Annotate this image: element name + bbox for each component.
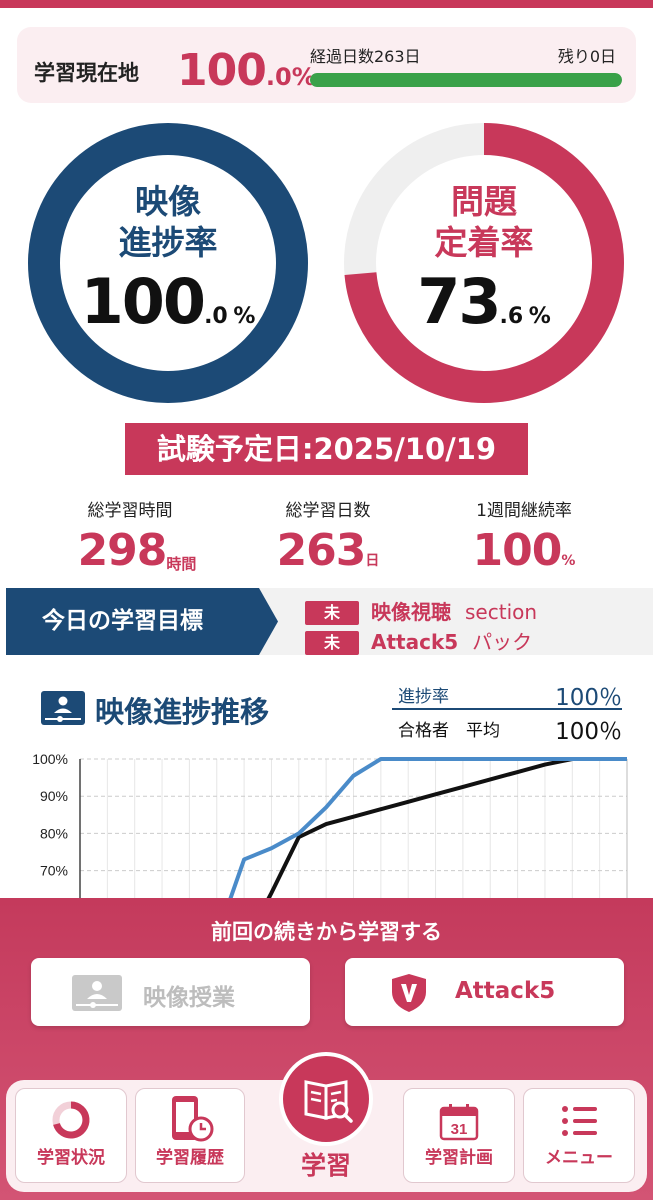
- incomplete-badge: 未: [305, 631, 359, 655]
- nav-menu[interactable]: メニュー: [523, 1088, 635, 1183]
- nav-study-label[interactable]: 学習: [276, 1146, 376, 1182]
- nav-study[interactable]: [279, 1052, 373, 1146]
- menu-list-icon: [562, 1106, 597, 1136]
- y-tick-label: 80%: [40, 825, 68, 841]
- continue-title: 前回の続きから学習する: [211, 920, 442, 944]
- total-study-days: 総学習日数 263日: [276, 501, 380, 576]
- video-progress-ring: [28, 123, 308, 403]
- legend-progress: 進捗率 100％: [392, 678, 622, 711]
- nav-study-status[interactable]: 学習状況: [15, 1088, 127, 1183]
- chart-title: 映像進捗推移: [95, 695, 270, 729]
- video-progress-chart: 100% 90% 80% 70%: [32, 751, 628, 898]
- pie-chart-icon: [52, 1101, 90, 1139]
- y-tick-label: 100%: [32, 751, 68, 767]
- remaining-days: 残り0日: [557, 47, 616, 66]
- calendar-icon: 31: [439, 1104, 479, 1141]
- continue-video-button[interactable]: 映像授業: [31, 958, 310, 1026]
- weekly-continuation-rate: 1週間継続率 100%: [472, 501, 576, 576]
- top-accent-bar: [0, 0, 653, 8]
- elapsed-progress-bar: [310, 73, 622, 87]
- problem-retention-title: 問題 定着率: [434, 182, 534, 262]
- video-player-icon: [41, 691, 85, 725]
- video-progress-title: 映像 進捗率: [118, 182, 218, 262]
- phone-clock-icon: [172, 1096, 214, 1142]
- y-tick-label: 70%: [40, 863, 68, 879]
- study-position-value: 100.0%: [177, 45, 316, 96]
- book-search-icon: [304, 1080, 353, 1123]
- nav-study-history[interactable]: 学習履歴: [135, 1088, 245, 1183]
- today-goals-title: 今日の学習目標: [6, 588, 278, 655]
- video-lesson-icon: [72, 975, 122, 1011]
- video-progress-donut: 映像 進捗率 100.0 %: [28, 123, 308, 403]
- attack5-shield-icon: [392, 974, 426, 1012]
- goal-item-attack5[interactable]: 未 Attack5 パック: [305, 626, 532, 655]
- study-position-label: 学習現在地: [34, 61, 139, 85]
- elapsed-progress-fill: [310, 73, 622, 87]
- study-position-card: 学習現在地 100.0% 経過日数263日 残り0日: [17, 27, 636, 103]
- problem-retention-ring: [344, 123, 624, 403]
- video-ring-fill: [28, 123, 308, 403]
- incomplete-badge: 未: [305, 601, 359, 625]
- elapsed-days: 経過日数263日: [310, 47, 421, 66]
- video-progress-value: 100.0 %: [80, 265, 256, 338]
- goal-item-video[interactable]: 未映像視聴 section: [305, 596, 537, 625]
- exam-date-banner: 試験予定日:2025/10/19: [125, 423, 528, 475]
- total-study-time: 総学習時間 298時間: [77, 501, 197, 576]
- problem-retention-value: 73.6 %: [417, 265, 551, 338]
- y-tick-label: 90%: [40, 788, 68, 804]
- continue-attack5-button[interactable]: Attack5: [345, 958, 624, 1026]
- nav-study-plan[interactable]: 31 学習計画: [403, 1088, 515, 1183]
- calendar-day: 31: [451, 1121, 468, 1138]
- legend-passers-average: 合格者 平均 100％: [398, 719, 622, 745]
- problem-retention-donut: 問題 定着率 73.6 %: [344, 123, 624, 403]
